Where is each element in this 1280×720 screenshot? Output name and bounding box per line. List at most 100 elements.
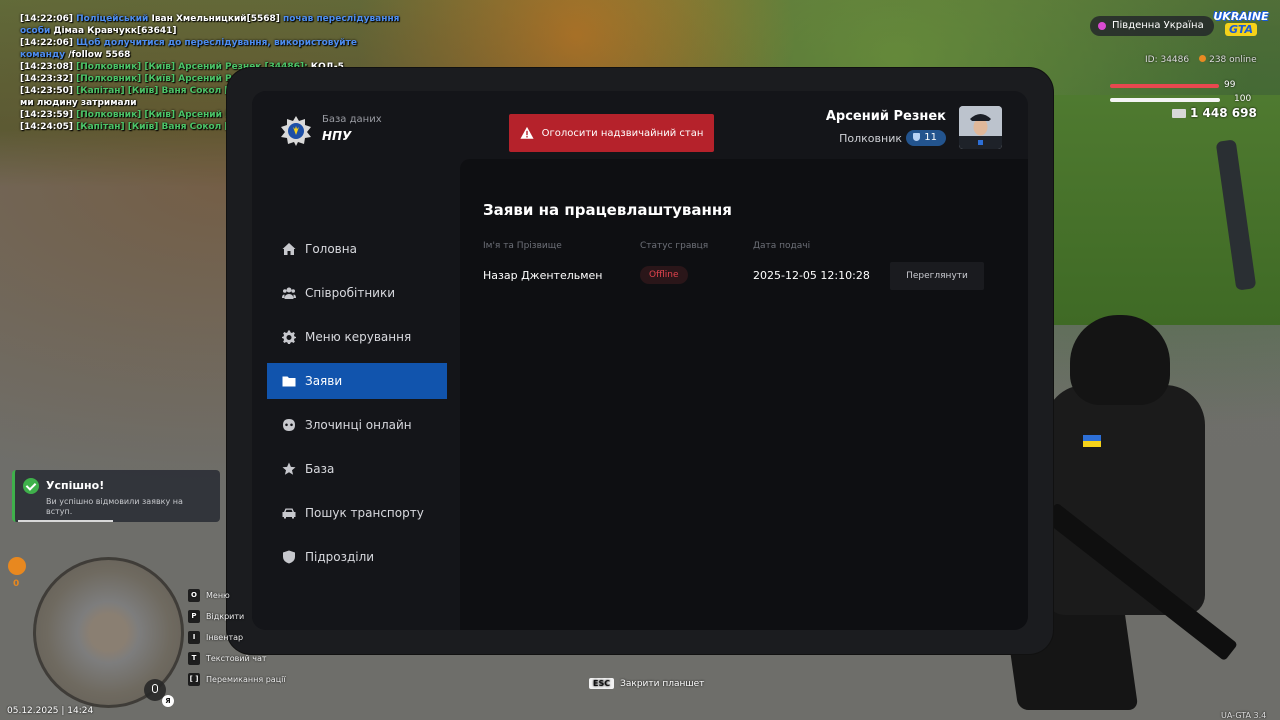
chat-line: [14:22:06] Поліцейський Іван Хмельницкий… <box>20 13 400 37</box>
hotkey-key: T <box>188 651 200 665</box>
db-label: База даних <box>322 114 382 125</box>
sidebar-item-label: Підрозділи <box>305 550 375 564</box>
ukraine-flag-patch <box>1083 435 1101 447</box>
hotkey-key: I <box>188 630 200 644</box>
shield-icon <box>282 550 296 564</box>
status-badge: Offline <box>640 266 688 284</box>
player-id-line: ID: 34486 238 online <box>1145 55 1257 65</box>
hotkey-item: I Інвентар <box>188 630 286 644</box>
declare-emergency-button[interactable]: Оголосити надзвичайний стан <box>509 114 714 152</box>
region-badge: Південна Україна <box>1090 16 1214 36</box>
sidebar-item-label: Пошук транспорту <box>305 506 424 520</box>
health-value: 99 <box>1224 80 1236 90</box>
applicant-name: Назар Джентельмен <box>483 269 603 282</box>
sidebar-item-1[interactable]: Головна <box>267 231 447 267</box>
sidebar-item-label: Злочинці онлайн <box>305 418 412 432</box>
page-title: Заяви на працевлаштування <box>483 201 732 219</box>
sidebar-item-3[interactable]: Меню керування <box>267 319 447 355</box>
sidebar-item-6[interactable]: База <box>267 451 447 487</box>
users-icon <box>282 286 296 300</box>
health-bar <box>1110 84 1219 88</box>
sidebar-item-label: База <box>305 462 335 476</box>
character-helmet <box>1070 315 1170 405</box>
hotkey-key: [ ] <box>188 672 200 686</box>
region-dot-icon <box>1098 22 1106 30</box>
sidebar-item-label: Співробітники <box>305 286 396 300</box>
sidebar-item-5[interactable]: Злочинці онлайн <box>267 407 447 443</box>
mask-icon <box>282 418 296 432</box>
money-display: 1 448 698 <box>1172 106 1257 120</box>
chat-segment: Поліцейський <box>76 14 149 24</box>
folder-icon <box>282 374 296 388</box>
check-icon <box>23 478 39 494</box>
main-panel <box>460 159 1028 630</box>
hotkey-item: [ ] Перемикання рації <box>188 672 286 686</box>
chat-timestamp: [14:23:50] <box>20 86 73 96</box>
police-emblem-icon <box>281 116 311 146</box>
date-time: 05.12.2025 | 14:24 <box>7 706 94 716</box>
chat-timestamp: [14:22:06] <box>20 38 73 48</box>
success-notification: Успішно! Ви успішно відмовили заявку на … <box>12 470 220 522</box>
player-character <box>1001 310 1260 710</box>
user-name: Арсений Резнек <box>825 109 946 124</box>
user-level-badge: 11 <box>906 130 946 146</box>
sidebar-item-4[interactable]: Заяви <box>267 363 447 399</box>
gear-icon <box>282 330 296 344</box>
car-icon <box>282 506 296 520</box>
hotkey-item: P Відкрити <box>188 609 286 623</box>
hotkey-key: P <box>188 609 200 623</box>
hotkey-label: Перемикання рації <box>206 674 286 684</box>
sidebar-item-8[interactable]: Підрозділи <box>267 539 447 575</box>
notification-progress <box>18 520 113 522</box>
chat-timestamp: [14:23:08] <box>20 62 73 72</box>
esc-key: ESC <box>589 678 615 689</box>
game-logo: UKRAINE GTA <box>1213 10 1269 36</box>
hotkey-item: T Текстовий чат <box>188 651 286 665</box>
column-header-date: Дата подачі <box>753 241 811 251</box>
hunger-value: 0 <box>13 579 20 589</box>
tablet-screen: База даних НПУ Оголосити надзвичайний ст… <box>252 91 1028 630</box>
sidebar-item-label: Меню керування <box>305 330 412 344</box>
notification-message: Ви успішно відмовили заявку на вступ. <box>46 497 183 516</box>
hotkey-label: Текстовий чат <box>206 653 267 663</box>
chat-timestamp: [14:24:05] <box>20 122 73 132</box>
level-shield-icon <box>913 133 921 141</box>
chat-timestamp: [14:23:32] <box>20 74 73 84</box>
money-icon <box>1172 109 1186 118</box>
hotkey-label: Відкрити <box>206 611 245 621</box>
chat-timestamp: [14:23:59] <box>20 110 73 120</box>
chat-timestamp: [14:22:06] <box>20 14 73 24</box>
sidebar-item-2[interactable]: Співробітники <box>267 275 447 311</box>
police-tablet: База даних НПУ Оголосити надзвичайний ст… <box>227 68 1053 654</box>
column-header-name: Ім'я та Прізвище <box>483 241 562 251</box>
game-version: UA-GTA 3.4 <box>1221 711 1267 720</box>
hotkey-item: O Меню <box>188 588 286 602</box>
hotkey-label: Меню <box>206 590 230 600</box>
armor-value: 100 <box>1234 94 1252 104</box>
sidebar-item-7[interactable]: Пошук транспорту <box>267 495 447 531</box>
chat-segment: Дімаа Кравчукк[63641] <box>50 26 177 36</box>
sidebar-nav: Головна Співробітники Меню керування Заяви З… <box>267 231 447 583</box>
chat-segment: Іван Хмельницкий[5568] <box>148 14 283 24</box>
chat-segment: /follow 5568 <box>65 50 131 60</box>
mic-key-badge: Я <box>162 695 174 707</box>
column-header-status: Статус гравця <box>640 241 709 251</box>
user-rank: Полковник <box>839 132 902 145</box>
notification-title: Успішно! <box>46 479 105 492</box>
online-icon <box>1199 55 1207 62</box>
sidebar-item-label: Заяви <box>305 374 343 388</box>
warning-icon <box>520 126 534 139</box>
db-name: НПУ <box>322 129 352 143</box>
avatar[interactable] <box>959 106 1002 149</box>
hunger-icon <box>8 557 26 575</box>
chat-line: [14:22:06] Щоб долучитися до переслідува… <box>20 37 400 61</box>
star-icon <box>282 462 296 476</box>
submission-date: 2025-12-05 12:10:28 <box>753 269 870 282</box>
sidebar-item-label: Головна <box>305 242 357 256</box>
view-button[interactable]: Переглянути <box>890 262 984 290</box>
home-icon <box>282 242 296 256</box>
hotkey-label: Інвентар <box>206 632 244 642</box>
armor-bar <box>1110 98 1220 102</box>
hotkey-list: O Меню P Відкрити I Інвентар T Текстовий чат [ ]… <box>188 588 286 693</box>
hotkey-key: O <box>188 588 200 602</box>
